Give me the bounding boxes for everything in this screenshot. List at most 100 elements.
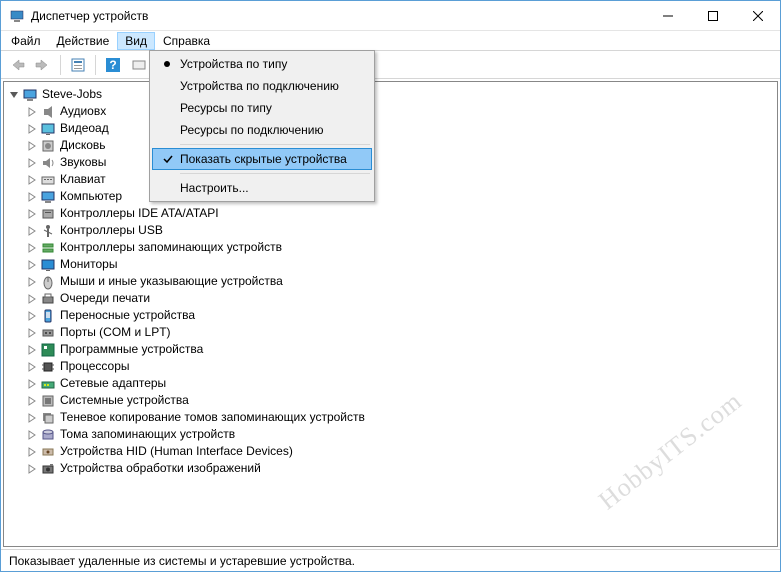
tree-node-label: Дисковь [60, 137, 106, 154]
tree-node-label: Steve-Jobs [42, 86, 102, 103]
portable-icon [40, 308, 56, 324]
tree-node[interactable]: Мониторы [4, 256, 777, 273]
menu-item[interactable]: Устройства по подключению [152, 75, 372, 97]
menu-item-label: Ресурсы по подключению [180, 123, 323, 137]
monitor-icon [40, 257, 56, 273]
tree-node[interactable]: Мыши и иные указывающие устройства [4, 273, 777, 290]
tree-node[interactable]: Контроллеры запоминающих устройств [4, 239, 777, 256]
maximize-button[interactable] [690, 1, 735, 30]
back-button[interactable] [5, 53, 29, 77]
help-button[interactable]: ? [101, 53, 125, 77]
menu-item[interactable]: Ресурсы по подключению [152, 119, 372, 141]
expand-icon[interactable] [26, 174, 38, 186]
keyboard-icon [40, 172, 56, 188]
tree-node-label: Клавиат [60, 171, 106, 188]
expand-icon[interactable] [26, 327, 38, 339]
tree-node[interactable]: Порты (COM и LPT) [4, 324, 777, 341]
menu-action[interactable]: Действие [49, 32, 118, 50]
menu-view[interactable]: Вид [117, 32, 155, 50]
collapse-icon[interactable] [8, 89, 20, 101]
expand-icon[interactable] [26, 140, 38, 152]
statusbar: Показывает удаленные из системы и устаре… [1, 549, 780, 571]
tree-node[interactable]: Клавиат [4, 171, 777, 188]
tree-node[interactable]: Системные устройства [4, 392, 777, 409]
expand-icon[interactable] [26, 208, 38, 220]
tree-node[interactable]: Теневое копирование томов запоминающих у… [4, 409, 777, 426]
close-button[interactable] [735, 1, 780, 30]
menu-item[interactable]: Показать скрытые устройства [152, 148, 372, 170]
expand-icon[interactable] [26, 395, 38, 407]
tree-node[interactable]: Звуковы [4, 154, 777, 171]
menu-item[interactable]: Устройства по типу [152, 53, 372, 75]
tree-node-label: Сетевые адаптеры [60, 375, 166, 392]
tree-node-label: Аудиовх [60, 103, 106, 120]
expand-icon[interactable] [26, 378, 38, 390]
tree-node[interactable]: Компьютер [4, 188, 777, 205]
expand-icon[interactable] [26, 191, 38, 203]
tree-node-label: Переносные устройства [60, 307, 195, 324]
tree-node[interactable]: Дисковь [4, 137, 777, 154]
network-icon [40, 376, 56, 392]
menu-item-label: Показать скрытые устройства [180, 152, 347, 166]
tree-node[interactable]: Устройства обработки изображений [4, 460, 777, 477]
tree-node[interactable]: Тома запоминающих устройств [4, 426, 777, 443]
tree-root[interactable]: Steve-Jobs [4, 86, 777, 103]
display-icon [40, 121, 56, 137]
cpu-icon [40, 359, 56, 375]
storage-icon [40, 240, 56, 256]
tree-node-label: Программные устройства [60, 341, 203, 358]
tree-node[interactable]: Устройства HID (Human Interface Devices) [4, 443, 777, 460]
tree-node[interactable]: Очереди печати [4, 290, 777, 307]
forward-button[interactable] [31, 53, 55, 77]
expand-icon[interactable] [26, 429, 38, 441]
tree-node-label: Очереди печати [60, 290, 150, 307]
expand-icon[interactable] [26, 242, 38, 254]
titlebar: Диспетчер устройств [1, 1, 780, 31]
expand-icon[interactable] [26, 463, 38, 475]
mouse-icon [40, 274, 56, 290]
expand-icon[interactable] [26, 412, 38, 424]
toolbar-separator [95, 55, 96, 75]
expand-icon[interactable] [26, 123, 38, 135]
tree-node-label: Порты (COM и LPT) [60, 324, 171, 341]
expand-icon[interactable] [26, 157, 38, 169]
tree-node-label: Контроллеры USB [60, 222, 163, 239]
tree-node[interactable]: Переносные устройства [4, 307, 777, 324]
tree-node-label: Устройства HID (Human Interface Devices) [60, 443, 293, 460]
tree-node[interactable]: Процессоры [4, 358, 777, 375]
tree-node[interactable]: Видеоад [4, 120, 777, 137]
menu-item[interactable]: Настроить... [152, 177, 372, 199]
expand-icon[interactable] [26, 361, 38, 373]
tree-node[interactable]: Контроллеры USB [4, 222, 777, 239]
expand-icon[interactable] [26, 293, 38, 305]
menu-item[interactable]: Ресурсы по типу [152, 97, 372, 119]
toolbar-button[interactable] [127, 53, 151, 77]
menu-file[interactable]: Файл [3, 32, 49, 50]
expand-icon[interactable] [26, 106, 38, 118]
window-title: Диспетчер устройств [31, 9, 645, 23]
shadow-icon [40, 410, 56, 426]
check-marker-icon [161, 152, 175, 166]
tree-node[interactable]: Аудиовх [4, 103, 777, 120]
tree-node-label: Компьютер [60, 188, 122, 205]
expand-icon[interactable] [26, 344, 38, 356]
tree-node-label: Видеоад [60, 120, 109, 137]
expand-icon[interactable] [26, 259, 38, 271]
properties-button[interactable] [66, 53, 90, 77]
tree-node[interactable]: Программные устройства [4, 341, 777, 358]
tree-node-label: Звуковы [60, 154, 106, 171]
toolbar-separator [60, 55, 61, 75]
tree-node[interactable]: Контроллеры IDE ATA/ATAPI [4, 205, 777, 222]
svg-text:?: ? [109, 58, 116, 72]
expand-icon[interactable] [26, 446, 38, 458]
tree-node[interactable]: Сетевые адаптеры [4, 375, 777, 392]
tree-panel: Steve-JobsАудиовхВидеоадДисковьЗвуковыКл… [3, 81, 778, 547]
port-icon [40, 325, 56, 341]
expand-icon[interactable] [26, 310, 38, 322]
expand-icon[interactable] [26, 225, 38, 237]
minimize-button[interactable] [645, 1, 690, 30]
menu-help[interactable]: Справка [155, 32, 218, 50]
disk-icon [40, 138, 56, 154]
volume-icon [40, 427, 56, 443]
expand-icon[interactable] [26, 276, 38, 288]
